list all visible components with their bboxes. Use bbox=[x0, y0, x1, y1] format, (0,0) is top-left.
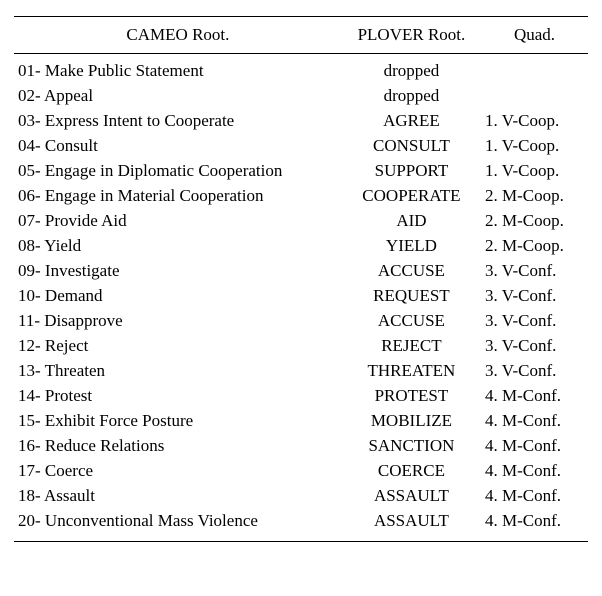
cell-quad bbox=[481, 84, 588, 109]
cell-quad: 4. M-Conf. bbox=[481, 459, 588, 484]
table-container: CAMEO Root. PLOVER Root. Quad. 01- Make … bbox=[14, 16, 588, 542]
cell-quad: 3. V-Conf. bbox=[481, 334, 588, 359]
cell-quad: 3. V-Conf. bbox=[481, 359, 588, 384]
header-row: CAMEO Root. PLOVER Root. Quad. bbox=[14, 17, 588, 54]
cell-cameo: 03- Express Intent to Cooperate bbox=[14, 109, 342, 134]
cell-plover: SUPPORT bbox=[342, 159, 481, 184]
cell-plover: AID bbox=[342, 209, 481, 234]
table-row: 07- Provide Aid AID 2. M-Coop. bbox=[14, 209, 588, 234]
cell-plover: COOPERATE bbox=[342, 184, 481, 209]
cell-cameo: 11- Disapprove bbox=[14, 309, 342, 334]
table-row: 05- Engage in Diplomatic Cooperation SUP… bbox=[14, 159, 588, 184]
cell-plover: ASSAULT bbox=[342, 484, 481, 509]
table-body: 01- Make Public Statement dropped 02- Ap… bbox=[14, 54, 588, 542]
cell-plover: SANCTION bbox=[342, 434, 481, 459]
table-row: 10- Demand REQUEST 3. V-Conf. bbox=[14, 284, 588, 309]
cell-quad: 1. V-Coop. bbox=[481, 134, 588, 159]
cell-cameo: 14- Protest bbox=[14, 384, 342, 409]
data-table: CAMEO Root. PLOVER Root. Quad. 01- Make … bbox=[14, 16, 588, 542]
header-cameo: CAMEO Root. bbox=[14, 17, 342, 54]
table-row: 13- Threaten THREATEN 3. V-Conf. bbox=[14, 359, 588, 384]
cell-cameo: 01- Make Public Statement bbox=[14, 54, 342, 84]
table-row: 12- Reject REJECT 3. V-Conf. bbox=[14, 334, 588, 359]
cell-plover: THREATEN bbox=[342, 359, 481, 384]
cell-quad: 4. M-Conf. bbox=[481, 434, 588, 459]
table-row: 06- Engage in Material Cooperation COOPE… bbox=[14, 184, 588, 209]
cell-plover: YIELD bbox=[342, 234, 481, 259]
cell-quad: 4. M-Conf. bbox=[481, 384, 588, 409]
cell-cameo: 09- Investigate bbox=[14, 259, 342, 284]
cell-quad: 2. M-Coop. bbox=[481, 234, 588, 259]
cell-cameo: 06- Engage in Material Cooperation bbox=[14, 184, 342, 209]
cell-quad: 1. V-Coop. bbox=[481, 109, 588, 134]
cell-plover: dropped bbox=[342, 54, 481, 84]
table-row: 20- Unconventional Mass Violence ASSAULT… bbox=[14, 509, 588, 542]
cell-plover: CONSULT bbox=[342, 134, 481, 159]
table-row: 15- Exhibit Force Posture MOBILIZE 4. M-… bbox=[14, 409, 588, 434]
cell-cameo: 13- Threaten bbox=[14, 359, 342, 384]
cell-cameo: 16- Reduce Relations bbox=[14, 434, 342, 459]
header-plover: PLOVER Root. bbox=[342, 17, 481, 54]
cell-cameo: 04- Consult bbox=[14, 134, 342, 159]
cell-cameo: 05- Engage in Diplomatic Cooperation bbox=[14, 159, 342, 184]
cell-plover: AGREE bbox=[342, 109, 481, 134]
table-row: 16- Reduce Relations SANCTION 4. M-Conf. bbox=[14, 434, 588, 459]
cell-quad bbox=[481, 54, 588, 84]
cell-plover: ACCUSE bbox=[342, 259, 481, 284]
cell-plover: dropped bbox=[342, 84, 481, 109]
cell-quad: 3. V-Conf. bbox=[481, 259, 588, 284]
table-row: 08- Yield YIELD 2. M-Coop. bbox=[14, 234, 588, 259]
cell-cameo: 15- Exhibit Force Posture bbox=[14, 409, 342, 434]
table-row: 02- Appeal dropped bbox=[14, 84, 588, 109]
cell-quad: 1. V-Coop. bbox=[481, 159, 588, 184]
table-header: CAMEO Root. PLOVER Root. Quad. bbox=[14, 17, 588, 54]
cell-cameo: 18- Assault bbox=[14, 484, 342, 509]
cell-cameo: 17- Coerce bbox=[14, 459, 342, 484]
cell-quad: 2. M-Coop. bbox=[481, 184, 588, 209]
table-row: 03- Express Intent to Cooperate AGREE 1.… bbox=[14, 109, 588, 134]
table-row: 11- Disapprove ACCUSE 3. V-Conf. bbox=[14, 309, 588, 334]
cell-plover: COERCE bbox=[342, 459, 481, 484]
table-row: 18- Assault ASSAULT 4. M-Conf. bbox=[14, 484, 588, 509]
cell-cameo: 20- Unconventional Mass Violence bbox=[14, 509, 342, 542]
cell-plover: REQUEST bbox=[342, 284, 481, 309]
table-row: 04- Consult CONSULT 1. V-Coop. bbox=[14, 134, 588, 159]
header-quad: Quad. bbox=[481, 17, 588, 54]
table-row: 09- Investigate ACCUSE 3. V-Conf. bbox=[14, 259, 588, 284]
cell-quad: 3. V-Conf. bbox=[481, 309, 588, 334]
cell-plover: PROTEST bbox=[342, 384, 481, 409]
cell-cameo: 07- Provide Aid bbox=[14, 209, 342, 234]
cell-quad: 4. M-Conf. bbox=[481, 509, 588, 542]
cell-quad: 4. M-Conf. bbox=[481, 484, 588, 509]
cell-cameo: 12- Reject bbox=[14, 334, 342, 359]
cell-plover: ACCUSE bbox=[342, 309, 481, 334]
cell-plover: MOBILIZE bbox=[342, 409, 481, 434]
cell-cameo: 08- Yield bbox=[14, 234, 342, 259]
cell-plover: REJECT bbox=[342, 334, 481, 359]
cell-cameo: 02- Appeal bbox=[14, 84, 342, 109]
table-row: 17- Coerce COERCE 4. M-Conf. bbox=[14, 459, 588, 484]
cell-plover: ASSAULT bbox=[342, 509, 481, 542]
cell-quad: 4. M-Conf. bbox=[481, 409, 588, 434]
table-row: 01- Make Public Statement dropped bbox=[14, 54, 588, 84]
cell-quad: 2. M-Coop. bbox=[481, 209, 588, 234]
cell-quad: 3. V-Conf. bbox=[481, 284, 588, 309]
cell-cameo: 10- Demand bbox=[14, 284, 342, 309]
table-row: 14- Protest PROTEST 4. M-Conf. bbox=[14, 384, 588, 409]
